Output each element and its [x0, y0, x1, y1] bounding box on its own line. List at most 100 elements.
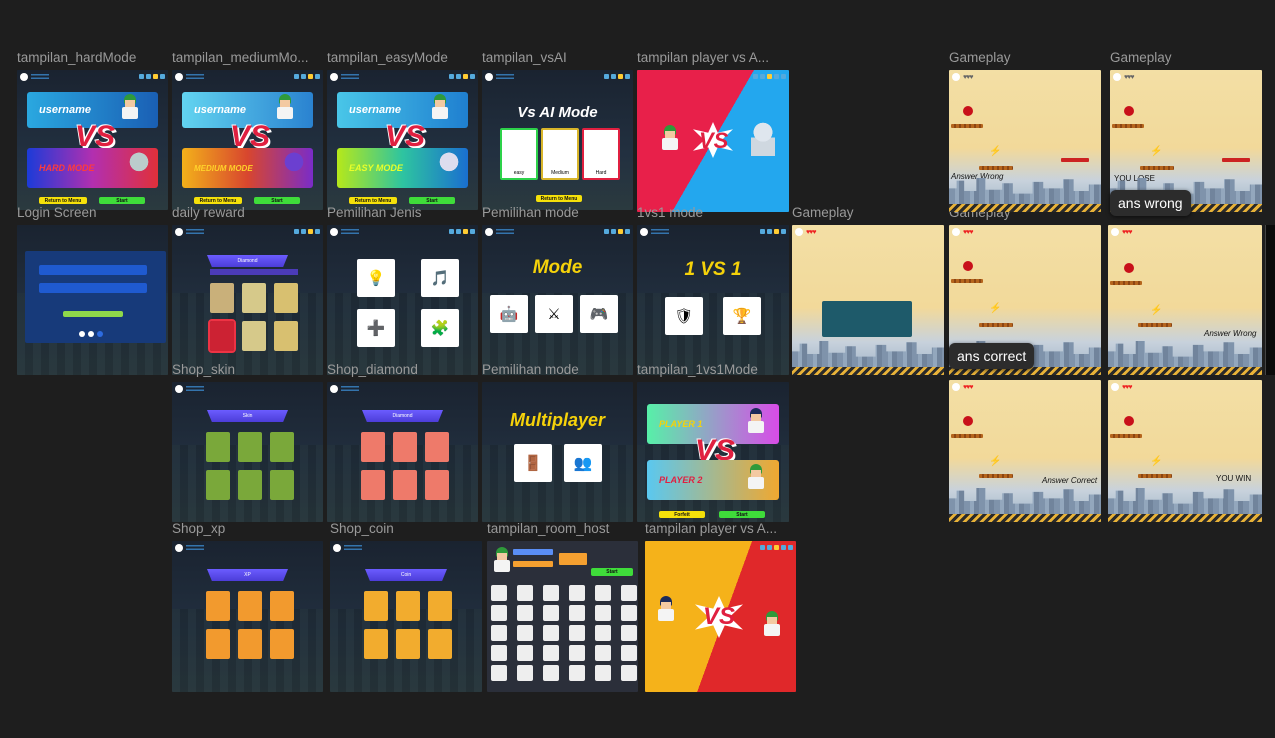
shop-item-card[interactable]: [270, 432, 294, 462]
frame-gameplay-1[interactable]: ♥♥♥ ⚡ Answer Wrong: [949, 70, 1101, 212]
reward-day-card[interactable]: [210, 283, 234, 313]
username-input[interactable]: [39, 265, 147, 275]
start-button[interactable]: Start: [409, 197, 455, 204]
shop-item-card[interactable]: [361, 432, 385, 462]
frame-label-dailyreward[interactable]: daily reward: [172, 205, 322, 220]
frame-playervsai-2[interactable]: VS: [645, 541, 796, 692]
category-card-math[interactable]: ➕: [357, 309, 395, 347]
category-card-music[interactable]: 🎵: [421, 259, 459, 297]
shop-item-card[interactable]: [206, 591, 230, 621]
frame-label-gameplay-1[interactable]: Gameplay: [949, 50, 1099, 65]
shop-item-card[interactable]: [238, 629, 262, 659]
mode-card-vsai[interactable]: 🤖: [490, 295, 528, 333]
forfeit-button[interactable]: Forfeit: [659, 511, 705, 518]
mode-card-multiplayer[interactable]: 🎮: [580, 295, 618, 333]
frame-label-hardmode[interactable]: tampilan_hardMode: [17, 50, 167, 65]
shop-item-card[interactable]: [270, 591, 294, 621]
shop-item-card[interactable]: [238, 470, 262, 500]
option-card-battle[interactable]: 🛡: [665, 297, 703, 335]
frame-shopskin[interactable]: Skin: [172, 382, 323, 522]
reward-day-card[interactable]: [208, 319, 236, 353]
shop-item-card[interactable]: [270, 470, 294, 500]
reward-day-card[interactable]: [274, 283, 298, 313]
ai-option-medium[interactable]: Medium: [541, 128, 579, 180]
frame-label-roomhost[interactable]: tampilan_room_host: [487, 521, 637, 536]
shop-item-card[interactable]: [361, 470, 385, 500]
shop-item-card[interactable]: [238, 432, 262, 462]
start-button[interactable]: Start: [254, 197, 300, 204]
frame-label-login[interactable]: Login Screen: [17, 205, 167, 220]
login-button[interactable]: [63, 311, 123, 317]
frame-hardmode[interactable]: username VS HARD MODE Return to Menu Sta…: [17, 70, 168, 210]
frame-label-playervsai-2[interactable]: tampilan player vs A...: [645, 521, 790, 536]
shop-item-card[interactable]: [425, 432, 449, 462]
frame-login[interactable]: [17, 225, 168, 375]
frame-shopxp[interactable]: XP: [172, 541, 323, 692]
reward-day-card[interactable]: [242, 321, 266, 351]
return-menu-button[interactable]: Return to Menu: [194, 197, 242, 204]
shop-item-card[interactable]: [206, 629, 230, 659]
shop-item-card[interactable]: [270, 629, 294, 659]
frame-shopdiamond[interactable]: Diamond: [327, 382, 478, 522]
frame-label-1vs1-tampilan[interactable]: tampilan_1vs1Mode: [637, 362, 787, 377]
frame-shopcoin[interactable]: Coin: [330, 541, 482, 692]
ai-option-easy[interactable]: easy: [500, 128, 538, 180]
mode-card-1vs1[interactable]: ⚔: [535, 295, 573, 333]
frame-label-shopxp[interactable]: Shop_xp: [172, 521, 322, 536]
frame-label-easymode[interactable]: tampilan_easyMode: [327, 50, 477, 65]
offscreen-frame-edge[interactable]: [1265, 225, 1275, 375]
frame-pemilihanmode-2[interactable]: Multiplayer 🚪 👥: [482, 382, 633, 522]
frame-pemilihanmode-1[interactable]: Mode 🤖 ⚔ 🎮: [482, 225, 633, 375]
frame-mediummode[interactable]: username VS MEDIUM MODE Return to Menu S…: [172, 70, 323, 210]
return-menu-button[interactable]: Return to Menu: [349, 197, 397, 204]
frame-pemilihanjenis[interactable]: 💡 🎵 ➕ 🧩: [327, 225, 478, 375]
mode-card-host[interactable]: 🚪: [514, 444, 552, 482]
shop-item-card[interactable]: [364, 591, 388, 621]
start-button[interactable]: Start: [719, 511, 765, 518]
shop-item-card[interactable]: [393, 432, 417, 462]
mode-card-join[interactable]: 👥: [564, 444, 602, 482]
password-input[interactable]: [39, 283, 147, 293]
frame-label-pemilihanmode-1[interactable]: Pemilihan mode: [482, 205, 632, 220]
reward-day-card[interactable]: [274, 321, 298, 351]
category-card-general[interactable]: 🧩: [421, 309, 459, 347]
frame-dailyreward[interactable]: Diamond: [172, 225, 323, 375]
start-button[interactable]: Start: [591, 568, 633, 576]
shop-item-card[interactable]: [364, 629, 388, 659]
frame-label-mediummode[interactable]: tampilan_mediumMo...: [172, 50, 320, 65]
shop-item-card[interactable]: [428, 629, 452, 659]
option-card-trophy[interactable]: 🏆: [723, 297, 761, 335]
return-menu-button[interactable]: Return to Menu: [39, 197, 87, 204]
frame-gameplay-mid[interactable]: ♥♥♥: [792, 225, 944, 375]
frame-label-shopdiamond[interactable]: Shop_diamond: [327, 362, 477, 377]
frame-easymode[interactable]: username VS EASY MODE Return to Menu Sta…: [327, 70, 478, 210]
shop-item-card[interactable]: [428, 591, 452, 621]
shop-item-card[interactable]: [206, 470, 230, 500]
frame-1vs1mode[interactable]: 1 VS 1 🛡 🏆: [637, 225, 789, 375]
shop-item-card[interactable]: [206, 432, 230, 462]
ai-option-hard[interactable]: Hard: [582, 128, 620, 180]
frame-gameplay-4[interactable]: ♥♥♥ ⚡ Answer Wrong: [1108, 225, 1262, 375]
shop-item-card[interactable]: [425, 470, 449, 500]
frame-playervsai-1[interactable]: VS: [637, 70, 789, 212]
frame-label-gameplay-mid[interactable]: Gameplay: [792, 205, 942, 220]
shop-item-card[interactable]: [393, 470, 417, 500]
return-menu-button[interactable]: Return to Menu: [536, 195, 582, 202]
frame-label-pemilihanmode-2[interactable]: Pemilihan mode: [482, 362, 632, 377]
shop-item-card[interactable]: [396, 591, 420, 621]
frame-label-pemilihanjenis[interactable]: Pemilihan Jenis: [327, 205, 477, 220]
frame-gameplay-5[interactable]: ♥♥♥ ⚡ Answer Correct: [949, 380, 1101, 522]
frame-label-shopcoin[interactable]: Shop_coin: [330, 521, 480, 536]
frame-gameplay-6[interactable]: ♥♥♥ ⚡ YOU WIN: [1108, 380, 1262, 522]
frame-label-gameplay-2[interactable]: Gameplay: [1110, 50, 1260, 65]
frame-label-playervsai-1[interactable]: tampilan player vs A...: [637, 50, 787, 65]
shop-item-card[interactable]: [238, 591, 262, 621]
frame-roomhost[interactable]: Start: [487, 541, 638, 692]
frame-label-1vs1mode[interactable]: 1vs1 mode: [637, 205, 787, 220]
reward-day-card[interactable]: [242, 283, 266, 313]
start-button[interactable]: Start: [99, 197, 145, 204]
frame-label-shopskin[interactable]: Shop_skin: [172, 362, 322, 377]
frame-label-vsai[interactable]: tampilan_vsAI: [482, 50, 632, 65]
design-canvas[interactable]: tampilan_hardMode tampilan_mediumMo... t…: [0, 0, 1275, 738]
frame-vsai[interactable]: Vs AI Mode easy Medium Hard Return to Me…: [482, 70, 633, 210]
